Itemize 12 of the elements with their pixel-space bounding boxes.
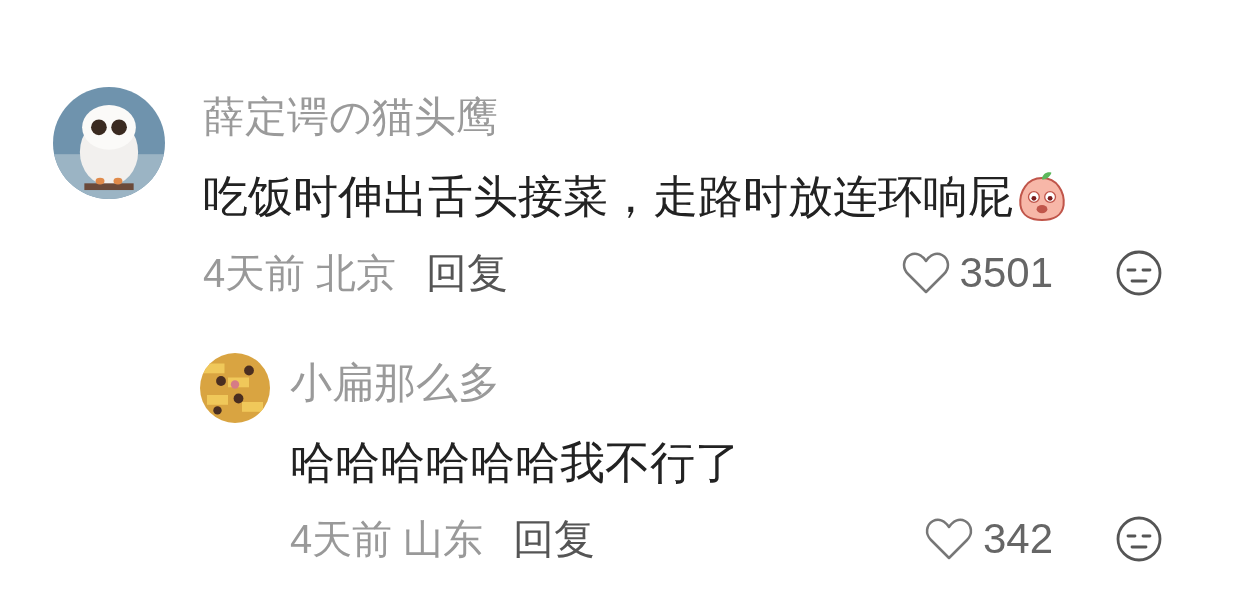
like-count: 342 xyxy=(982,515,1053,563)
like-count: 3501 xyxy=(959,249,1053,297)
reply-link[interactable]: 回复 xyxy=(513,511,596,567)
neutral-face-icon[interactable] xyxy=(1115,249,1163,297)
time-location: 4天前 山东 xyxy=(290,515,484,563)
neutral-face-icon[interactable] xyxy=(1115,515,1163,563)
comment-text: 哈哈哈哈哈哈我不行了 xyxy=(290,436,740,490)
reply-link[interactable]: 回复 xyxy=(426,245,509,301)
heart-icon[interactable] xyxy=(901,251,950,295)
comment-text: 吃饭时伸出舌头接菜，走路时放连环响屁 xyxy=(203,170,1013,224)
time-location: 4天前 北京 xyxy=(203,249,397,297)
heart-icon[interactable] xyxy=(924,517,973,561)
